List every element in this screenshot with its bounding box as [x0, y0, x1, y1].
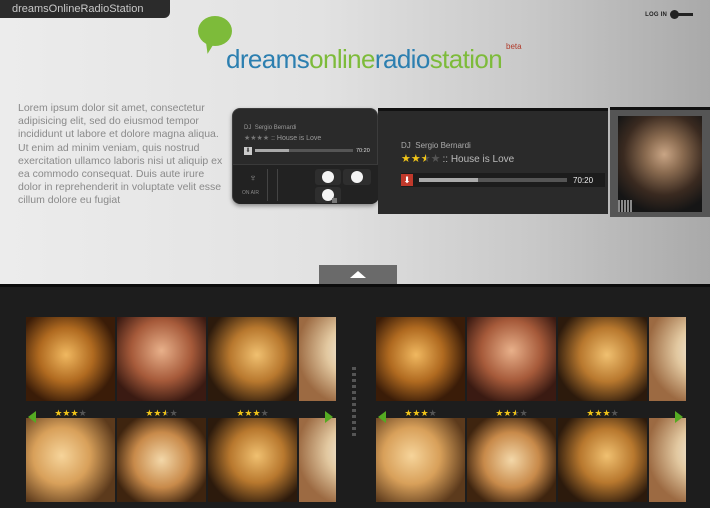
star-icon[interactable]: ★ [520, 408, 528, 418]
gallery-thumbnail[interactable] [299, 317, 336, 401]
star-icon[interactable]: ★ [594, 408, 602, 418]
song-title: :: House is Love [442, 154, 515, 165]
gallery-thumbnail[interactable] [208, 317, 297, 401]
dj-photo-frame [610, 107, 710, 217]
volume-control[interactable] [315, 169, 341, 185]
divider [277, 169, 278, 201]
equalizer-icon [618, 200, 632, 212]
gallery-thumbnail[interactable] [299, 418, 336, 502]
download-icon[interactable]: ⬇ [401, 174, 413, 186]
mini-progress-row: ⬇ 70:20 [244, 146, 376, 155]
dj-photo [618, 116, 702, 212]
star-icon[interactable]: ★ [421, 154, 431, 165]
balance-knob[interactable] [351, 171, 363, 183]
logo-text: dreamsonlineradiostation [226, 44, 503, 74]
gallery-thumbnail[interactable] [467, 317, 556, 401]
gallery-thumbnail[interactable] [208, 418, 297, 502]
star-icon[interactable]: ★ [512, 408, 520, 418]
gallery-thumbnail[interactable] [467, 418, 556, 502]
thumbnail-rating[interactable]: ★★★★ [467, 504, 556, 505]
star-icon[interactable]: ★ [153, 408, 161, 418]
star-icon[interactable]: ★ [429, 408, 437, 418]
mini-time: 70:20 [356, 147, 370, 154]
balance-control[interactable] [343, 169, 371, 185]
thumbnail-rating[interactable]: ★★★★ [117, 504, 206, 505]
download-icon[interactable]: ⬇ [244, 146, 252, 155]
next-arrow-icon[interactable] [325, 411, 333, 423]
dj-line: DJ Sergio Bernardi [401, 141, 471, 150]
progress-fill [419, 178, 479, 182]
star-icon[interactable]: ★ [253, 408, 261, 418]
tone-control[interactable] [315, 187, 341, 203]
window-title: dreamsOnlineRadioStation [0, 0, 170, 18]
mini-song-line: ★★★★ :: House is Love [244, 135, 322, 142]
gallery-thumbnail[interactable] [117, 418, 206, 502]
star-icon[interactable]: ★ [162, 408, 170, 418]
beta-badge: beta [506, 42, 522, 51]
star-icon[interactable]: ★ [412, 408, 420, 418]
gallery-thumbnail[interactable] [26, 418, 115, 502]
gallery-thumbnail[interactable] [558, 317, 647, 401]
star-icon[interactable]: ★ [611, 408, 619, 418]
volume-knob[interactable] [322, 171, 334, 183]
thumbnail-rating[interactable]: ★★★★ [208, 504, 297, 505]
gallery-thumbnail[interactable] [558, 418, 647, 502]
gallery-thumbnail[interactable] [649, 317, 686, 401]
star-icon[interactable]: ★ [244, 408, 252, 418]
star-icon[interactable]: ★ [411, 154, 421, 165]
thumbnail-rating[interactable]: ★★★★ [558, 504, 647, 505]
progress-row: ⬇ 70:20 [401, 173, 605, 187]
gallery-thumbnail[interactable] [26, 317, 115, 401]
divider [267, 169, 268, 201]
gallery-panel-left: ★★★★★★★★★★★★★★★★★★★★★★★★ [26, 315, 336, 505]
star-icon[interactable]: ★ [401, 154, 411, 165]
gallery-thumbnail[interactable] [649, 418, 686, 502]
radio-tower-icon[interactable]: ♆ [246, 173, 260, 187]
intro-text: Lorem ipsum dolor sit amet, consectetur … [18, 102, 223, 207]
next-arrow-icon[interactable] [675, 411, 683, 423]
thumbnail-rating[interactable]: ★★★★ [376, 504, 465, 505]
star-icon[interactable]: ★ [431, 154, 441, 165]
star-icon[interactable]: ★ [79, 408, 87, 418]
collapse-toggle-button[interactable] [319, 265, 397, 284]
key-icon [670, 10, 694, 19]
gallery-thumbnail[interactable] [117, 317, 206, 401]
header-area: dreamsOnlineRadioStation LOG IN dreamson… [0, 0, 710, 284]
mini-progress-fill [255, 149, 290, 152]
prev-arrow-icon[interactable] [28, 411, 36, 423]
star-icon[interactable]: ★ [503, 408, 511, 418]
rating-stars[interactable]: ★ ★ ★ ★ [401, 154, 441, 165]
speech-bubble-tail [202, 39, 216, 55]
star-icon[interactable]: ★ [62, 408, 70, 418]
mini-player: DJ Sergio Bernardi ★★★★ :: House is Love… [232, 108, 379, 204]
login-label: LOG IN [645, 11, 667, 18]
star-icon[interactable]: ★ [603, 408, 611, 418]
track-time: 70:20 [573, 175, 594, 185]
mini-controls: ♆ ON AIR [233, 164, 379, 204]
song-line: ★ ★ ★ ★ :: House is Love [401, 154, 515, 166]
mini-rating-stars[interactable]: ★★★★ [244, 135, 269, 142]
resize-handle[interactable] [332, 198, 337, 203]
star-icon[interactable]: ★ [261, 408, 269, 418]
gallery-thumbnail[interactable] [376, 317, 465, 401]
gallery: ★★★★★★★★★★★★★★★★★★★★★★★★ ★★★★★★★★★★★★★★★… [0, 284, 710, 508]
progress-bar[interactable] [419, 178, 567, 182]
star-icon[interactable]: ★ [421, 408, 429, 418]
star-icon[interactable]: ★ [170, 408, 178, 418]
login-link[interactable]: LOG IN [645, 10, 694, 19]
prev-arrow-icon[interactable] [378, 411, 386, 423]
gallery-panel-right: ★★★★★★★★★★★★★★★★★★★★★★★★ [376, 315, 686, 505]
panel-divider-handle[interactable] [352, 367, 356, 437]
now-playing-panel: DJ Sergio Bernardi ★ ★ ★ ★ :: House is Love… [378, 108, 608, 214]
mini-progress-bar[interactable] [255, 149, 353, 152]
gallery-thumbnail[interactable] [376, 418, 465, 502]
on-air-label: ON AIR [242, 190, 259, 196]
logo: dreamsonlineradiostation beta [198, 16, 528, 76]
star-icon[interactable]: ★ [71, 408, 79, 418]
mini-dj-line: DJ Sergio Bernardi [244, 125, 297, 131]
thumbnail-rating[interactable]: ★★★★ [26, 504, 115, 505]
